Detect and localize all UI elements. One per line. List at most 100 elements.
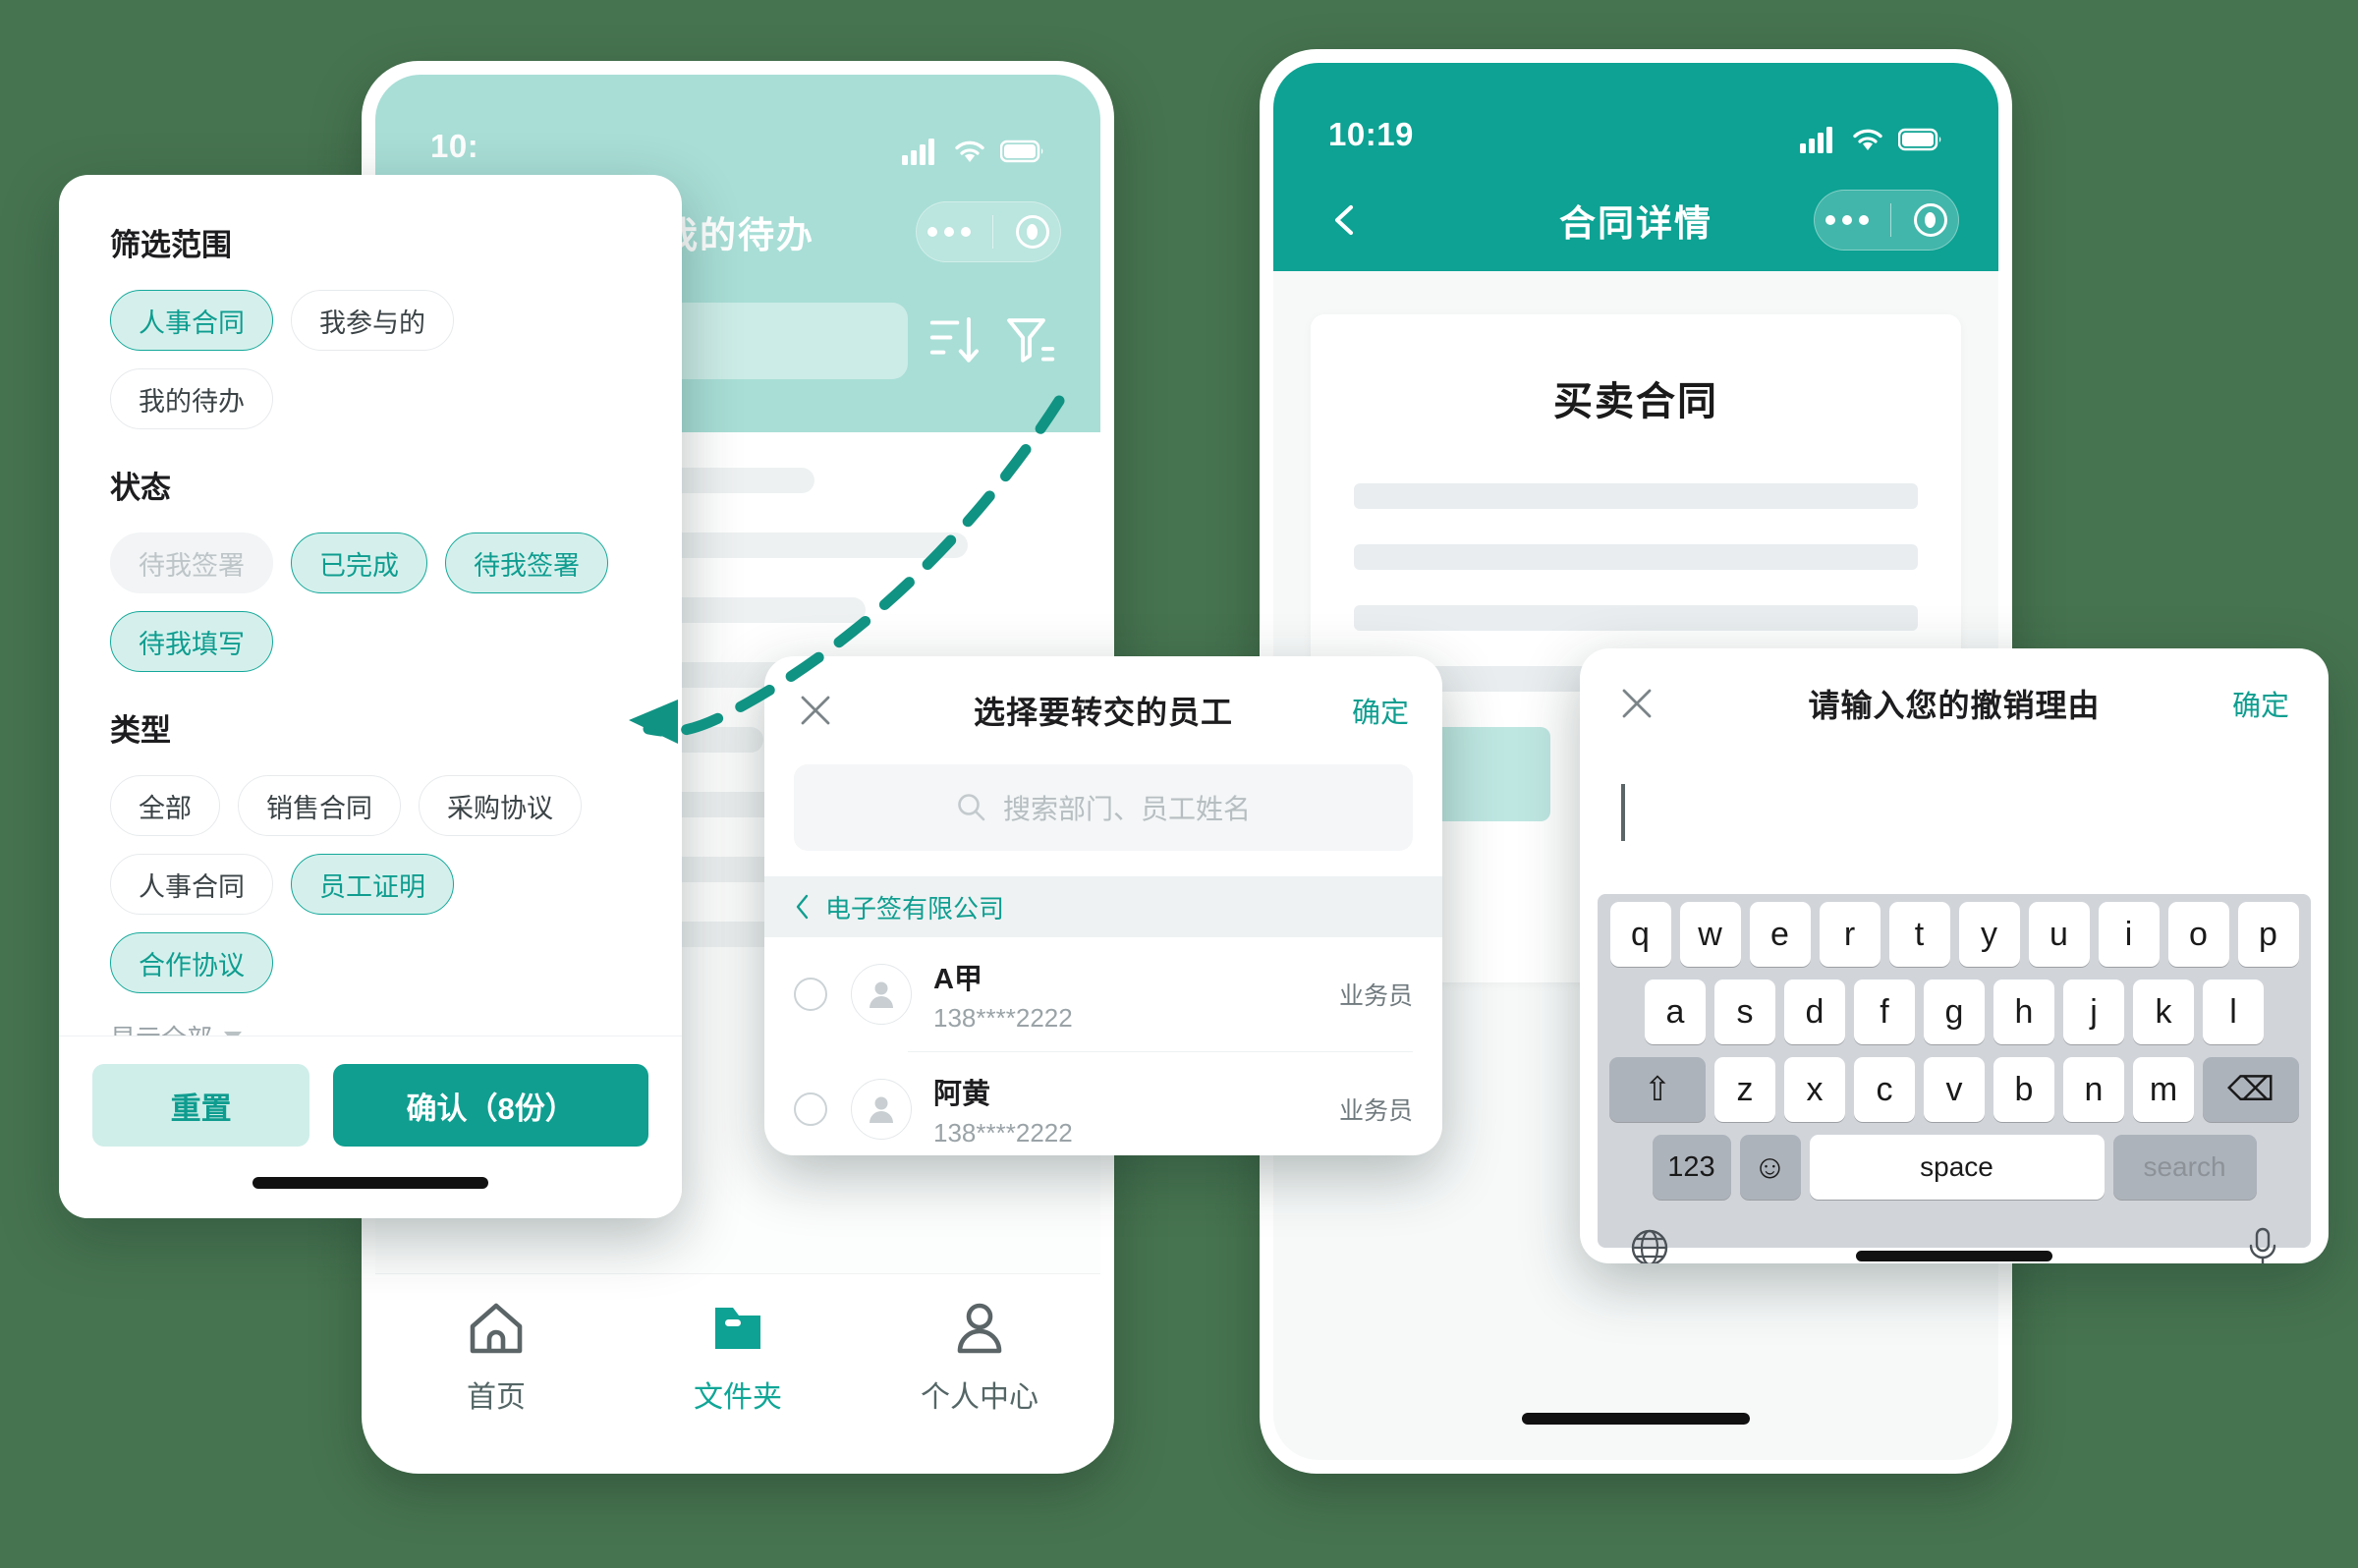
left-tabbar: 首页 文件夹 个人中心 <box>375 1273 1100 1460</box>
transfer-header: 选择要转交的员工 确定 <box>764 656 1442 764</box>
close-icon[interactable] <box>1619 686 1655 721</box>
key-h[interactable]: h <box>1993 980 2054 1044</box>
key-g[interactable]: g <box>1924 980 1985 1044</box>
key-u[interactable]: u <box>2028 902 2090 967</box>
sort-icon[interactable] <box>927 312 982 369</box>
filter-type-label: 类型 <box>110 713 171 748</box>
chip-type-3[interactable]: 人事合同 <box>110 854 273 915</box>
employee-radio[interactable] <box>794 978 827 1011</box>
right-home-indicator <box>1522 1413 1750 1425</box>
doc-skeleton-line <box>1354 605 1918 631</box>
shift-key[interactable]: ⇧ <box>1609 1057 1706 1122</box>
revoke-confirm-button[interactable]: 确定 <box>2232 683 2289 724</box>
chip-status-0[interactable]: 待我签署 <box>110 532 273 593</box>
chip-type-1[interactable]: 销售合同 <box>238 775 401 836</box>
emoji-key[interactable]: ☺ <box>1739 1135 1801 1200</box>
battery-icon <box>1000 140 1043 163</box>
mini-program-capsule[interactable] <box>916 201 1061 262</box>
more-icon[interactable] <box>927 227 972 237</box>
chip-type-5[interactable]: 合作协议 <box>110 932 273 993</box>
key-n[interactable]: n <box>2063 1057 2124 1122</box>
keyboard-row-2: a s d f g h j k l <box>1603 980 2305 1044</box>
numeric-key[interactable]: 123 <box>1652 1135 1731 1200</box>
doc-skeleton-line <box>1354 544 1918 570</box>
key-i[interactable]: i <box>2098 902 2160 967</box>
employee-row[interactable]: 阿黄 138****2222 业务员 <box>764 1052 1442 1155</box>
capsule-divider <box>992 215 994 249</box>
tab-profile[interactable]: 个人中心 <box>859 1300 1100 1416</box>
space-key[interactable]: space <box>1809 1135 2105 1200</box>
chip-type-0[interactable]: 全部 <box>110 775 220 836</box>
reset-button[interactable]: 重置 <box>92 1064 310 1147</box>
employee-search-placeholder: 搜索部门、员工姓名 <box>1002 794 1251 824</box>
key-d[interactable]: d <box>1784 980 1845 1044</box>
key-a[interactable]: a <box>1645 980 1706 1044</box>
left-statusbar: 10: <box>375 75 1100 181</box>
key-b[interactable]: b <box>1993 1057 2054 1122</box>
text-cursor <box>1621 784 1625 841</box>
employee-info: 阿黄 138****2222 <box>933 1071 1339 1148</box>
key-f[interactable]: f <box>1854 980 1915 1044</box>
key-j[interactable]: j <box>2063 980 2124 1044</box>
right-navbar: 合同详情 <box>1273 169 1998 271</box>
right-nav-title: 合同详情 <box>1559 203 1712 244</box>
right-status-icons <box>1800 126 1943 153</box>
key-y[interactable]: y <box>1958 902 2020 967</box>
search-key[interactable]: search <box>2112 1135 2257 1200</box>
back-arrow-icon[interactable] <box>1328 203 1362 237</box>
close-target-icon[interactable] <box>1015 215 1049 249</box>
employee-info: A甲 138****2222 <box>933 956 1339 1034</box>
key-k[interactable]: k <box>2133 980 2194 1044</box>
more-icon[interactable] <box>1825 215 1870 225</box>
employee-name: A甲 <box>933 963 982 995</box>
employee-search-input[interactable]: 搜索部门、员工姓名 <box>794 764 1413 851</box>
mini-program-capsule[interactable] <box>1814 190 1959 251</box>
chip-status-1[interactable]: 已完成 <box>291 532 427 593</box>
tab-home-label: 首页 <box>467 1381 526 1414</box>
close-icon[interactable] <box>798 693 833 728</box>
tab-profile-label: 个人中心 <box>921 1381 1039 1414</box>
home-icon <box>470 1303 523 1354</box>
transfer-confirm-button[interactable]: 确定 <box>1352 690 1409 731</box>
chip-type-2[interactable]: 采购协议 <box>419 775 582 836</box>
filter-icon[interactable] <box>1002 312 1057 369</box>
tab-folder[interactable]: 文件夹 <box>617 1300 859 1416</box>
chip-type-4[interactable]: 员工证明 <box>291 854 454 915</box>
chip-status-3[interactable]: 待我填写 <box>110 611 273 672</box>
chip-scope-2[interactable]: 我的待办 <box>110 368 273 429</box>
revoke-reason-textarea[interactable] <box>1580 784 2329 841</box>
keyboard-row-1: q w e r t y u i o p <box>1603 902 2305 967</box>
chip-scope-0[interactable]: 人事合同 <box>110 290 273 351</box>
key-w[interactable]: w <box>1679 902 1741 967</box>
filter-type-chips: 全部 销售合同 采购协议 人事合同 员工证明 合作协议 <box>110 775 631 993</box>
left-nav-title: 我的待办 <box>661 215 814 255</box>
mic-icon[interactable] <box>2246 1226 2279 1263</box>
chip-scope-1[interactable]: 我参与的 <box>291 290 454 351</box>
key-r[interactable]: r <box>1819 902 1881 967</box>
capsule-divider <box>1890 203 1892 237</box>
confirm-button[interactable]: 确认（8份） <box>333 1064 648 1147</box>
employee-name: 阿黄 <box>933 1078 991 1110</box>
chip-status-2[interactable]: 待我签署 <box>445 532 608 593</box>
transfer-employee-panel: 选择要转交的员工 确定 搜索部门、员工姓名 电子签有限公司 A甲 138****… <box>764 656 1442 1155</box>
key-q[interactable]: q <box>1609 902 1671 967</box>
revoke-reason-panel: 请输入您的撤销理由 确定 q w e r t y u i o p a s d f… <box>1580 648 2329 1263</box>
backspace-key[interactable]: ⌫ <box>2203 1057 2299 1122</box>
globe-icon[interactable] <box>1629 1227 1670 1263</box>
key-p[interactable]: p <box>2237 902 2299 967</box>
key-e[interactable]: e <box>1749 902 1811 967</box>
employee-radio[interactable] <box>794 1092 827 1126</box>
employee-row[interactable]: A甲 138****2222 业务员 <box>764 937 1442 1051</box>
key-t[interactable]: t <box>1888 902 1950 967</box>
breadcrumb[interactable]: 电子签有限公司 <box>764 876 1442 937</box>
key-c[interactable]: c <box>1854 1057 1915 1122</box>
key-z[interactable]: z <box>1714 1057 1775 1122</box>
close-target-icon[interactable] <box>1913 203 1947 237</box>
key-m[interactable]: m <box>2133 1057 2194 1122</box>
key-o[interactable]: o <box>2167 902 2229 967</box>
tab-home[interactable]: 首页 <box>375 1300 617 1416</box>
key-l[interactable]: l <box>2203 980 2264 1044</box>
key-v[interactable]: v <box>1924 1057 1985 1122</box>
key-s[interactable]: s <box>1714 980 1775 1044</box>
key-x[interactable]: x <box>1784 1057 1845 1122</box>
